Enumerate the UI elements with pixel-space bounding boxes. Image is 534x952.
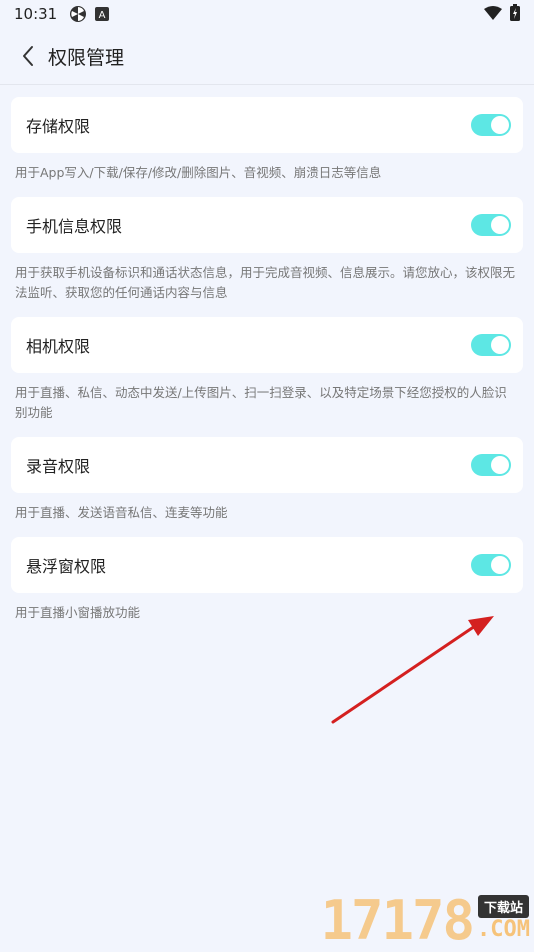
watermark-domain: .COM [477,916,530,942]
watermark-badge: 下载站 [478,894,530,918]
annotation-arrow [331,616,494,724]
site-watermark: 17178 下载站 .COM [320,894,530,948]
watermark-side: 下载站 .COM [477,894,530,942]
watermark-number: 17178 [320,889,475,952]
